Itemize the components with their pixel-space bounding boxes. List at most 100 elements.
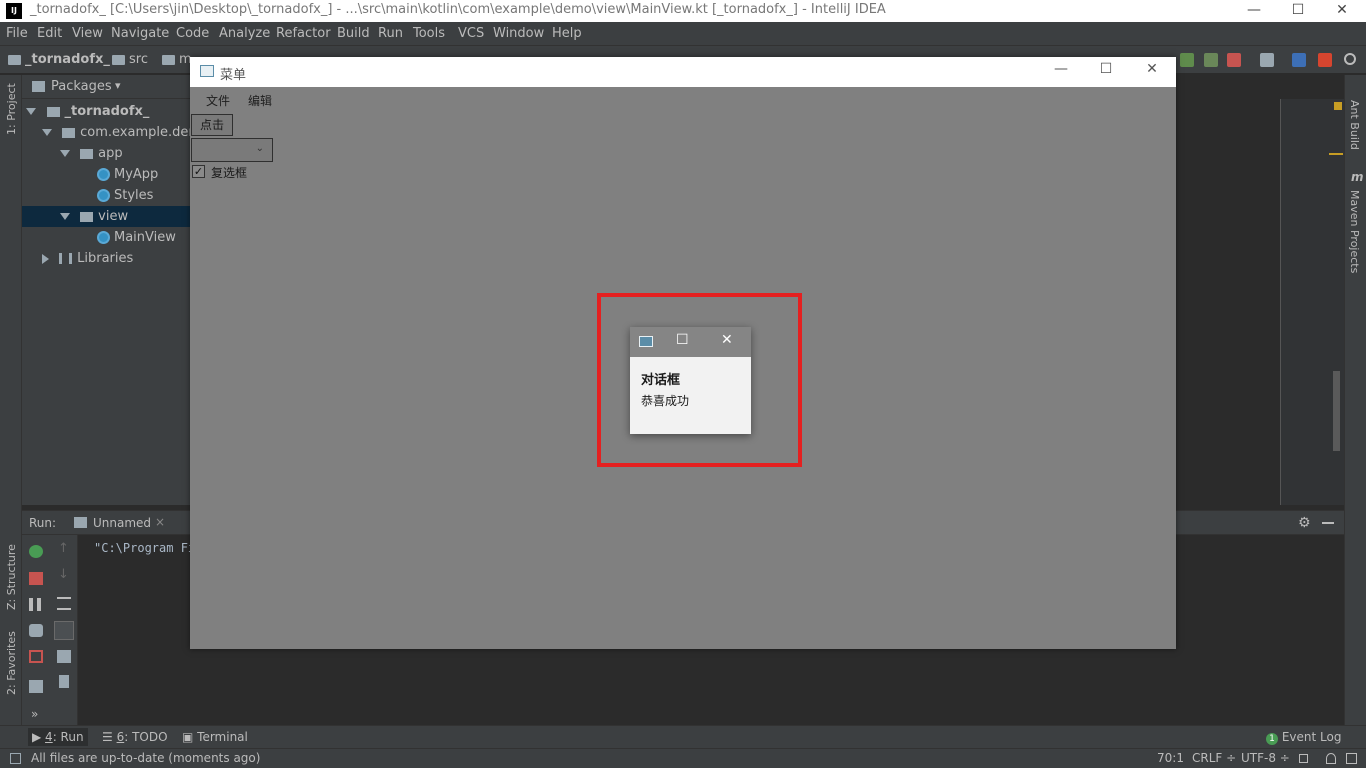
- expand-arrow-icon[interactable]: [26, 108, 36, 115]
- packages-view-selector[interactable]: Packages: [51, 79, 112, 94]
- memory-icon[interactable]: [1346, 753, 1357, 764]
- app-menu-file[interactable]: 文件: [206, 92, 230, 109]
- menu-navigate[interactable]: Navigate: [111, 26, 169, 41]
- trash-icon[interactable]: [59, 675, 69, 688]
- dialog-header-text: 对话框: [641, 373, 681, 388]
- camera-icon[interactable]: [29, 624, 43, 637]
- expand-arrow-icon[interactable]: [60, 150, 70, 157]
- inspector-icon[interactable]: [1326, 753, 1336, 764]
- ant-build-tool-tab[interactable]: Ant Build: [1348, 100, 1361, 150]
- menu-refactor[interactable]: Refactor: [276, 26, 331, 41]
- app-menu-edit[interactable]: 编辑: [248, 92, 272, 109]
- coverage-icon[interactable]: [1204, 53, 1218, 67]
- scroll-to-end-icon[interactable]: [54, 621, 74, 640]
- collapse-arrow-icon[interactable]: [42, 253, 49, 264]
- menu-window[interactable]: Window: [493, 26, 544, 41]
- event-log-button[interactable]: 1 Event Log: [1266, 730, 1341, 745]
- encoding-selector[interactable]: UTF-8 ÷: [1241, 751, 1290, 765]
- maven-projects-tool-tab[interactable]: Maven Projects: [1348, 190, 1361, 273]
- debug-icon[interactable]: [1180, 53, 1194, 67]
- menu-help[interactable]: Help: [552, 26, 582, 41]
- folder-icon: [162, 54, 175, 65]
- menu-file[interactable]: File: [6, 26, 28, 41]
- tab-run[interactable]: ▶ 4: Run: [28, 728, 88, 746]
- menu-edit[interactable]: Edit: [37, 26, 62, 41]
- tree-item-app[interactable]: app: [22, 143, 202, 164]
- ide-close-button[interactable]: ✕: [1320, 0, 1364, 22]
- tab-terminal[interactable]: ▣ Terminal: [182, 730, 248, 744]
- favorites-tool-tab[interactable]: 2: Favorites: [5, 631, 18, 695]
- tree-item-styles[interactable]: Styles: [22, 185, 202, 206]
- settings-gear-icon[interactable]: ⚙: [1298, 515, 1311, 531]
- office-icon[interactable]: [1318, 53, 1332, 67]
- exit-icon[interactable]: [29, 650, 43, 663]
- expand-arrow-icon[interactable]: [42, 129, 52, 136]
- checkbox[interactable]: ✓: [192, 165, 205, 178]
- tree-item-view[interactable]: view: [22, 206, 202, 227]
- more-actions-icon[interactable]: »: [31, 707, 38, 721]
- pause-icon[interactable]: [29, 598, 41, 611]
- tree-item-project-root[interactable]: _tornadofx_: [22, 101, 202, 122]
- chevron-down-icon[interactable]: ▾: [115, 79, 121, 92]
- project-tool-tab[interactable]: 1: Project: [5, 83, 18, 135]
- toggle-tool-buttons-icon[interactable]: [10, 753, 21, 764]
- run-console-output[interactable]: "C:\Program Fi: [94, 541, 195, 555]
- breadcrumb-main[interactable]: m: [162, 52, 192, 67]
- layout-icon[interactable]: [29, 680, 43, 693]
- menu-tools[interactable]: Tools: [413, 26, 445, 41]
- menu-code[interactable]: Code: [176, 26, 209, 41]
- ide-minimize-button[interactable]: —: [1232, 0, 1276, 22]
- tree-item-myapp[interactable]: MyApp: [22, 164, 202, 185]
- print-icon[interactable]: [57, 650, 71, 663]
- run-toolbar-primary: »: [22, 535, 50, 726]
- up-arrow-icon[interactable]: ↑: [58, 541, 69, 556]
- warning-marker-icon[interactable]: [1334, 102, 1342, 110]
- structure-tool-tab[interactable]: Z: Structure: [5, 544, 18, 610]
- stop-icon[interactable]: [29, 572, 43, 585]
- lock-icon[interactable]: [1299, 754, 1308, 763]
- app-maximize-button[interactable]: ☐: [1091, 61, 1121, 77]
- tree-item-label: app: [98, 146, 123, 161]
- tree-item-libraries[interactable]: Libraries: [22, 248, 202, 269]
- dialog-maximize-button[interactable]: ☐: [676, 332, 689, 348]
- breadcrumb-project[interactable]: _tornadofx_: [8, 52, 110, 67]
- click-button[interactable]: 点击: [191, 114, 233, 136]
- hide-panel-icon[interactable]: [1322, 522, 1334, 524]
- run-tab-unnamed[interactable]: Unnamed: [93, 516, 151, 530]
- editor-scroll-gutter[interactable]: [1280, 99, 1344, 505]
- close-tab-icon[interactable]: ×: [155, 515, 165, 529]
- menu-run[interactable]: Run: [378, 26, 403, 41]
- editor-scrollbar[interactable]: [1333, 371, 1340, 451]
- translate-icon[interactable]: [1292, 53, 1306, 67]
- rerun-icon[interactable]: [29, 545, 43, 558]
- tab-terminal-label: Terminal: [197, 730, 248, 744]
- combo-box[interactable]: ⌄: [191, 138, 273, 162]
- menu-analyze[interactable]: Analyze: [219, 26, 270, 41]
- tab-todo[interactable]: ☰ 6: TODO: [102, 730, 168, 744]
- app-window-title: 菜单: [220, 68, 247, 83]
- maven-icon: m: [1351, 170, 1364, 184]
- search-everywhere-icon[interactable]: [1344, 53, 1356, 65]
- app-close-button[interactable]: ✕: [1137, 61, 1167, 77]
- menu-build[interactable]: Build: [337, 26, 370, 41]
- project-panel: Packages ▾ _tornadofx_ com.example.demo …: [22, 75, 209, 505]
- dialog-title-bar: ☐ ✕: [630, 327, 751, 357]
- menu-vcs[interactable]: VCS: [458, 26, 484, 41]
- expand-arrow-icon[interactable]: [60, 213, 70, 220]
- menu-view[interactable]: View: [72, 26, 103, 41]
- project-structure-icon[interactable]: [1260, 53, 1274, 67]
- checkbox-label: 复选框: [211, 166, 248, 180]
- breadcrumb-src[interactable]: src: [112, 52, 148, 67]
- down-arrow-icon[interactable]: ↓: [58, 567, 69, 582]
- dialog-close-button[interactable]: ✕: [721, 332, 733, 348]
- caret-position[interactable]: 70:1: [1157, 751, 1184, 765]
- app-minimize-button[interactable]: —: [1046, 61, 1076, 77]
- line-separator-selector[interactable]: CRLF ÷: [1192, 751, 1236, 765]
- tree-item-mainview[interactable]: MainView: [22, 227, 202, 248]
- ide-maximize-button[interactable]: ☐: [1276, 0, 1320, 22]
- soft-wrap-icon[interactable]: [57, 597, 71, 610]
- dialog-message-text: 恭喜成功: [641, 394, 690, 408]
- tree-item-com-example-demo[interactable]: com.example.demo: [22, 122, 209, 143]
- stop-icon[interactable]: [1227, 53, 1241, 67]
- warning-stripe[interactable]: [1329, 153, 1343, 155]
